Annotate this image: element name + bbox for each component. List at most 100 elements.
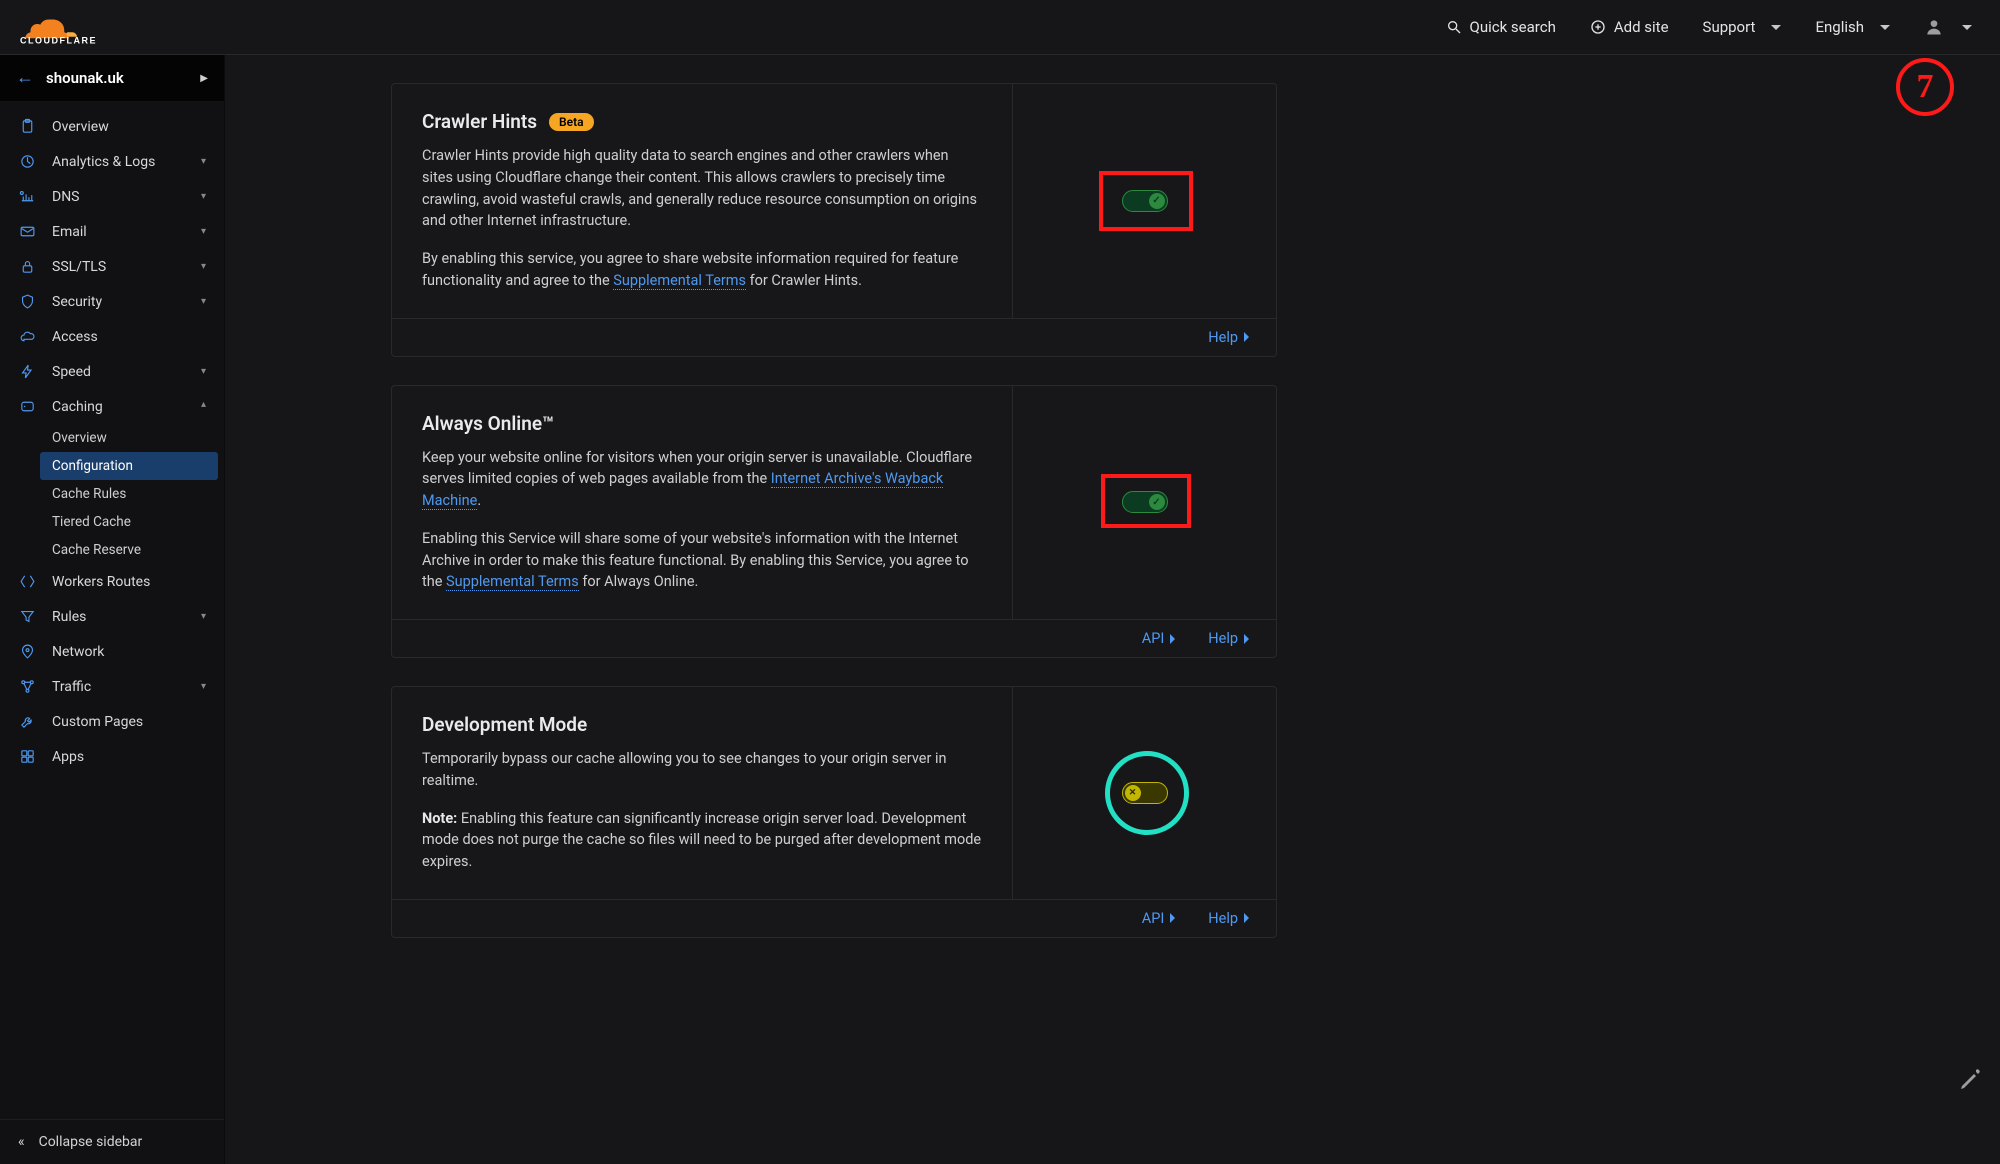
sidebar-item-caching[interactable]: Caching▴ — [0, 389, 224, 424]
sidebar-item-label: SSL/TLS — [52, 259, 185, 275]
quick-search[interactable]: Quick search — [1446, 18, 1556, 36]
chevron-down-icon: ▾ — [201, 156, 206, 167]
development-mode-toggle[interactable] — [1122, 782, 1168, 804]
sidebar-item-analytics-logs[interactable]: Analytics & Logs ▾ — [0, 144, 224, 179]
dns-icon — [18, 188, 36, 205]
supplemental-terms-link[interactable]: Supplemental Terms — [446, 573, 579, 591]
card-always-online: Always Online™ Keep your website online … — [391, 385, 1277, 659]
sidebar-subitem-cache-reserve[interactable]: Cache Reserve — [52, 536, 224, 564]
chevron-down-icon: ▾ — [201, 366, 206, 377]
sidebar-item-custom-pages[interactable]: Custom Pages — [0, 704, 224, 739]
sidebar-item-label: Overview — [52, 119, 206, 135]
account-menu[interactable] — [1924, 17, 1972, 37]
help-link[interactable]: Help — [1208, 329, 1254, 346]
supplemental-terms-link[interactable]: Supplemental Terms — [613, 272, 746, 290]
top-bar: CLOUDFLARE Quick search Add site Support… — [0, 0, 2000, 55]
cloudflare-logo[interactable]: CLOUDFLARE — [20, 9, 110, 45]
sidebar-item-speed[interactable]: Speed ▾ — [0, 354, 224, 389]
sidebar-item-label: Security — [52, 294, 185, 310]
help-link[interactable]: Help — [1208, 910, 1254, 927]
sidebar-subitem-configuration[interactable]: Configuration — [40, 452, 218, 480]
sidebar-item-label: Custom Pages — [52, 714, 206, 730]
language-menu[interactable]: English — [1815, 18, 1890, 36]
pin-icon — [18, 643, 36, 660]
sidebar-item-label: Caching — [52, 399, 185, 415]
help-link[interactable]: Help — [1208, 630, 1254, 647]
chevron-down-icon: ▾ — [201, 226, 206, 237]
card-description: Crawler Hints provide high quality data … — [422, 145, 982, 292]
sidebar-item-security[interactable]: Security ▾ — [0, 284, 224, 319]
svg-text:CLOUDFLARE: CLOUDFLARE — [20, 36, 97, 46]
card-description: Keep your website online for visitors wh… — [422, 447, 982, 594]
card-crawler-hints: Crawler Hints Beta Crawler Hints provide… — [391, 83, 1277, 357]
mail-icon — [18, 223, 36, 240]
drive-icon — [18, 398, 36, 415]
user-icon — [1924, 17, 1944, 37]
chevron-down-icon: ▾ — [201, 296, 206, 307]
clipboard-icon — [18, 118, 36, 135]
collapse-sidebar[interactable]: « Collapse sidebar — [0, 1119, 224, 1164]
sidebar-item-network[interactable]: Network — [0, 634, 224, 669]
bolt-icon — [18, 363, 36, 380]
sidebar-item-label: Speed — [52, 364, 185, 380]
plus-circle-icon — [1590, 19, 1606, 35]
sidebar-item-overview[interactable]: Overview — [0, 109, 224, 144]
card-title: Crawler Hints Beta — [422, 110, 982, 133]
api-link[interactable]: API — [1142, 910, 1181, 927]
sidebar-item-email[interactable]: Email ▾ — [0, 214, 224, 249]
sidebar-item-label: DNS — [52, 189, 185, 205]
add-site[interactable]: Add site — [1590, 18, 1669, 36]
sidebar-item-label: Apps — [52, 749, 206, 765]
sidebar-item-label: Analytics & Logs — [52, 154, 185, 170]
chevron-right-icon: ▶ — [200, 73, 208, 84]
funnel-icon — [18, 608, 36, 625]
support-label: Support — [1703, 18, 1756, 36]
apps-icon — [18, 748, 36, 765]
card-description: Temporarily bypass our cache allowing yo… — [422, 748, 982, 873]
site-selector[interactable]: ← shounak.uk ▶ — [0, 55, 224, 101]
sidebar-item-label: Access — [52, 329, 206, 345]
sidebar-subitem-overview[interactable]: Overview — [52, 424, 224, 452]
sidebar-item-rules[interactable]: Rules ▾ — [0, 599, 224, 634]
sidebar-subitem-cache-rules[interactable]: Cache Rules — [52, 480, 224, 508]
chart-icon — [18, 153, 36, 170]
sidebar-item-label: Network — [52, 644, 206, 660]
chevron-down-icon: ▾ — [201, 191, 206, 202]
api-link[interactable]: API — [1142, 630, 1181, 647]
card-development-mode: Development Mode Temporarily bypass our … — [391, 686, 1277, 938]
sidebar-item-workers-routes[interactable]: Workers Routes — [0, 564, 224, 599]
sidebar-item-label: Workers Routes — [52, 574, 206, 590]
sidebar-item-access[interactable]: Access — [0, 319, 224, 354]
lock-icon — [18, 258, 36, 275]
collapse-icon: « — [18, 1134, 25, 1150]
sidebar-subitem-tiered-cache[interactable]: Tiered Cache — [52, 508, 224, 536]
sidebar-item-apps[interactable]: Apps — [0, 739, 224, 774]
add-site-label: Add site — [1614, 18, 1669, 36]
sidebar-item-traffic[interactable]: Traffic ▾ — [0, 669, 224, 704]
collapse-label: Collapse sidebar — [39, 1134, 143, 1150]
chevron-down-icon: ▾ — [201, 261, 206, 272]
language-label: English — [1815, 18, 1864, 36]
chevron-down-icon: ▾ — [201, 681, 206, 692]
card-title: Always Online™ — [422, 412, 982, 435]
pencil-icon[interactable] — [1958, 1068, 1982, 1092]
quick-search-label: Quick search — [1470, 18, 1556, 36]
cloud-icon — [18, 328, 36, 345]
crawler-hints-toggle[interactable] — [1122, 190, 1168, 212]
back-arrow-icon[interactable]: ← — [16, 69, 34, 87]
sidebar-item-label: Email — [52, 224, 185, 240]
sidebar: ← shounak.uk ▶ Overview Analytics & Logs ▾… — [0, 55, 225, 1164]
shield-icon — [18, 293, 36, 310]
search-icon — [1446, 19, 1462, 35]
sidebar-item-label: Rules — [52, 609, 185, 625]
workers-icon — [18, 573, 36, 590]
always-online-toggle[interactable] — [1122, 491, 1168, 513]
beta-badge: Beta — [549, 113, 594, 131]
sidebar-item-dns[interactable]: DNS ▾ — [0, 179, 224, 214]
main-content: Crawler Hints Beta Crawler Hints provide… — [225, 55, 2000, 1164]
chevron-down-icon: ▾ — [201, 611, 206, 622]
card-title: Development Mode — [422, 713, 982, 736]
sidebar-item-label: Traffic — [52, 679, 185, 695]
support-menu[interactable]: Support — [1703, 18, 1782, 36]
sidebar-item-ssl-tls[interactable]: SSL/TLS ▾ — [0, 249, 224, 284]
